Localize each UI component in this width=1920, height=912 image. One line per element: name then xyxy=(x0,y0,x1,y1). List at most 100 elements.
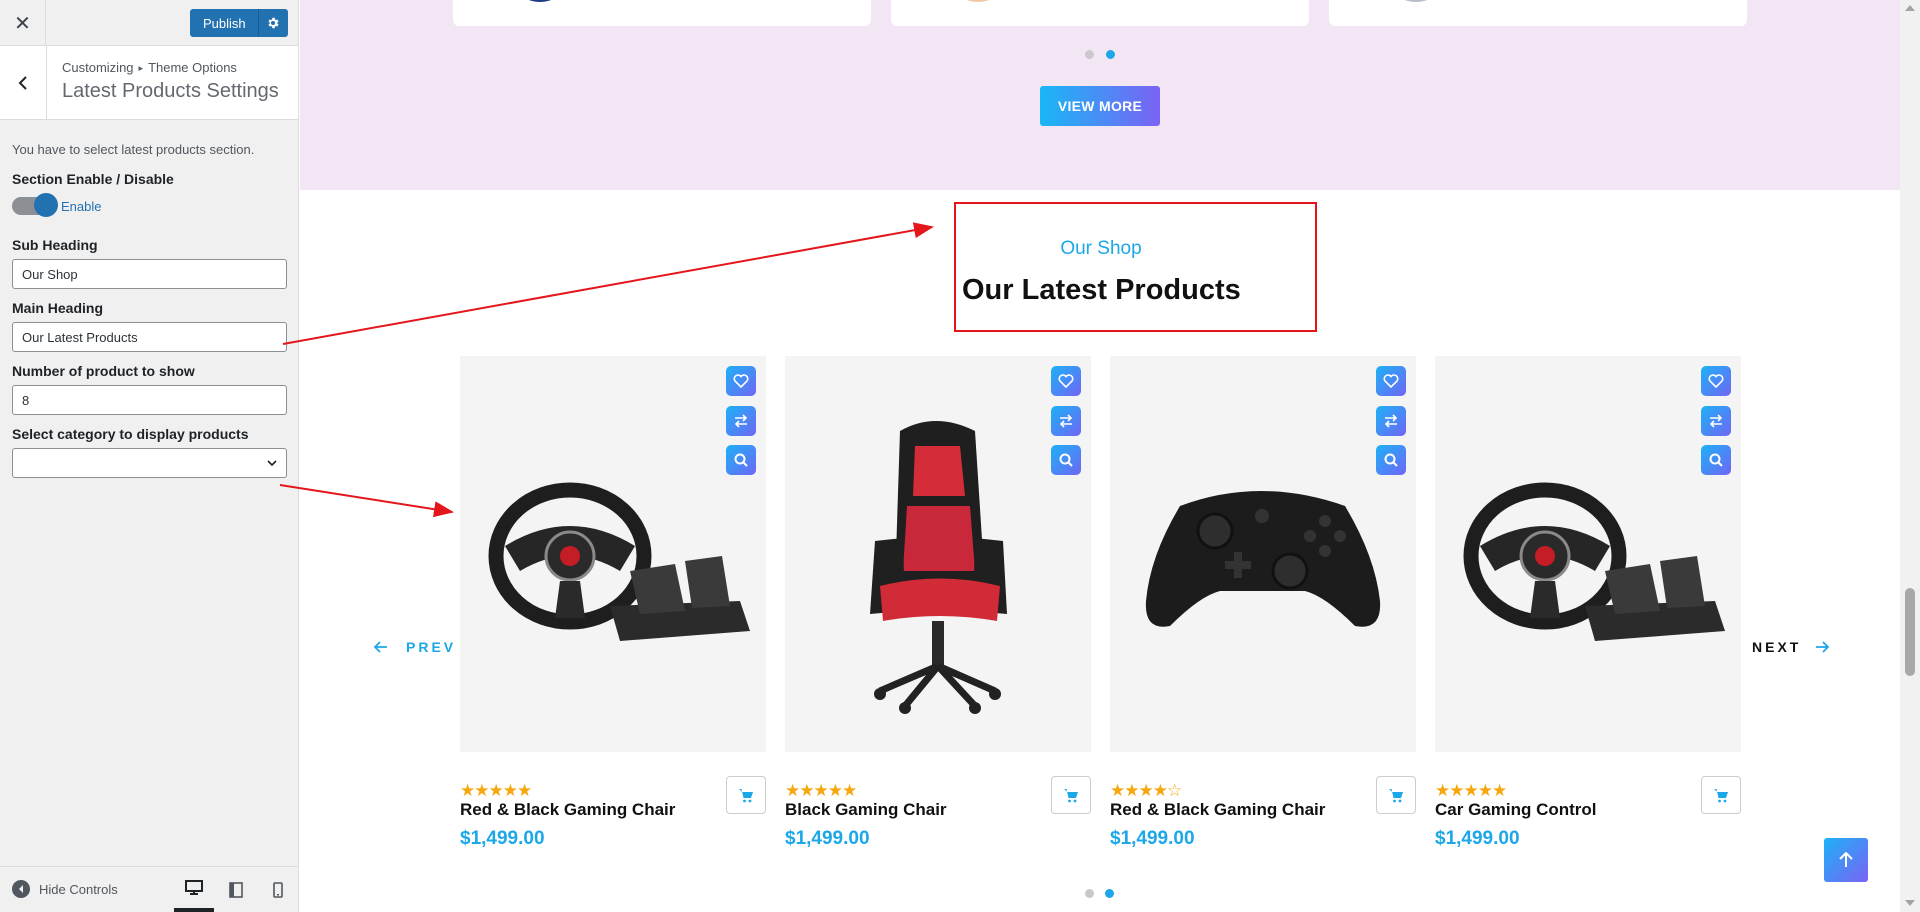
scroll-thumb[interactable] xyxy=(1905,588,1915,676)
toggle-state-label: Enable xyxy=(61,198,102,214)
compare-button[interactable] xyxy=(1701,406,1731,436)
publish-settings-button[interactable] xyxy=(257,9,288,37)
quick-view-button[interactable] xyxy=(1701,445,1731,475)
desktop-icon xyxy=(185,879,203,895)
close-icon: ✕ xyxy=(14,12,31,35)
hide-controls-button[interactable]: Hide Controls xyxy=(12,880,118,898)
product-title[interactable]: Car Gaming Control xyxy=(1435,800,1597,820)
product-image[interactable] xyxy=(460,356,766,752)
scroll-down-arrow[interactable] xyxy=(1905,900,1915,906)
tablet-preview-button[interactable] xyxy=(216,867,256,912)
product-count-label: Number of product to show xyxy=(12,363,195,379)
section-toggle-row: Enable xyxy=(12,193,286,217)
rating-stars: ★★★★★ xyxy=(1435,781,1507,800)
toggle-label: Section Enable / Disable xyxy=(12,171,174,187)
panel-description: You have to select latest products secti… xyxy=(12,142,255,157)
product-card[interactable]: ★★★★★ Car Gaming Control $1,499.00 xyxy=(1435,356,1741,849)
cart-icon xyxy=(1389,788,1403,802)
product-card[interactable]: ★★★★★ Red & Black Gaming Chair $1,499.00 xyxy=(460,356,766,849)
arrow-left-icon xyxy=(374,641,387,653)
add-to-cart-button[interactable] xyxy=(726,776,766,814)
product-image[interactable] xyxy=(785,356,1091,752)
add-to-cart-button[interactable] xyxy=(1376,776,1416,814)
section-toggle[interactable] xyxy=(12,193,58,217)
back-button[interactable] xyxy=(0,46,47,119)
mobile-icon xyxy=(273,881,283,898)
collapse-icon xyxy=(12,880,30,898)
product-price: $1,499.00 xyxy=(1435,828,1520,849)
close-customizer-button[interactable]: ✕ xyxy=(0,0,46,46)
compare-button[interactable] xyxy=(726,406,756,436)
wishlist-button[interactable] xyxy=(1376,366,1406,396)
product-card[interactable]: ★★★★☆ Red & Black Gaming Chair $1,499.00 xyxy=(1110,356,1416,849)
testimonial-card xyxy=(1329,0,1747,26)
carousel-next-button[interactable]: NEXT xyxy=(1752,639,1830,655)
carousel-dot-1[interactable] xyxy=(1085,889,1094,898)
testimonial-dot-2[interactable] xyxy=(1106,50,1115,59)
preview-scrollbar[interactable] xyxy=(1900,0,1920,912)
compare-button[interactable] xyxy=(1051,406,1081,436)
rating-stars: ★★★★☆ xyxy=(1110,781,1182,800)
search-icon xyxy=(734,453,748,467)
wishlist-button[interactable] xyxy=(726,366,756,396)
testimonials-section: VIEW MORE xyxy=(300,0,1900,190)
search-icon xyxy=(1384,453,1398,467)
compare-arrows-icon xyxy=(1384,414,1398,428)
cart-icon xyxy=(1714,788,1728,802)
breadcrumb-root: Customizing xyxy=(62,60,134,75)
highlight-box xyxy=(954,202,1317,332)
wishlist-button[interactable] xyxy=(1701,366,1731,396)
category-select[interactable] xyxy=(12,448,287,478)
quick-view-button[interactable] xyxy=(1376,445,1406,475)
site-preview: VIEW MORE Our Shop Our Latest Products P… xyxy=(300,0,1900,912)
carousel-prev-button[interactable]: PREV xyxy=(374,639,456,655)
steering-wheel-image xyxy=(488,482,750,641)
sub-heading-input[interactable]: Our Shop xyxy=(12,259,287,289)
publish-button[interactable]: Publish xyxy=(190,9,258,37)
product-image[interactable] xyxy=(1110,356,1416,752)
customizer-header: ✕ Publish xyxy=(0,0,298,46)
quick-view-button[interactable] xyxy=(1051,445,1081,475)
rating-stars: ★★★★★ xyxy=(460,781,532,800)
testimonial-dot-1[interactable] xyxy=(1085,50,1094,59)
product-title[interactable]: Black Gaming Chair xyxy=(785,800,947,820)
product-title[interactable]: Red & Black Gaming Chair xyxy=(460,800,675,820)
cart-icon xyxy=(739,788,753,802)
desktop-preview-button[interactable] xyxy=(174,867,214,912)
mobile-preview-button[interactable] xyxy=(258,867,298,912)
product-card[interactable]: ★★★★★ Black Gaming Chair $1,499.00 xyxy=(785,356,1091,849)
main-heading-input[interactable]: Our Latest Products xyxy=(12,322,287,352)
carousel-dot-2[interactable] xyxy=(1105,889,1114,898)
wishlist-button[interactable] xyxy=(1051,366,1081,396)
product-count-input[interactable]: 8 xyxy=(12,385,287,415)
game-controller-image xyxy=(1145,491,1381,627)
compare-button[interactable] xyxy=(1376,406,1406,436)
heart-icon xyxy=(1058,374,1074,388)
section-main-heading: Our Latest Products xyxy=(962,274,1241,306)
section-sub-heading: Our Shop xyxy=(1060,238,1142,259)
add-to-cart-button[interactable] xyxy=(1701,776,1741,814)
avatar xyxy=(518,0,562,2)
compare-arrows-icon xyxy=(734,414,748,428)
customizer-footer: Hide Controls xyxy=(0,866,298,912)
steering-wheel-image xyxy=(1463,482,1725,641)
heart-icon xyxy=(733,374,749,388)
next-label: NEXT xyxy=(1752,639,1802,655)
hide-controls-label: Hide Controls xyxy=(39,881,118,897)
chevron-down-icon xyxy=(267,460,277,467)
quick-view-button[interactable] xyxy=(726,445,756,475)
toggle-knob xyxy=(34,193,58,217)
product-image[interactable] xyxy=(1435,356,1741,752)
prev-label: PREV xyxy=(406,639,457,655)
search-icon xyxy=(1709,453,1723,467)
product-price: $1,499.00 xyxy=(785,828,870,849)
add-to-cart-button[interactable] xyxy=(1051,776,1091,814)
gear-icon xyxy=(268,17,279,29)
view-more-button[interactable]: VIEW MORE xyxy=(1040,86,1160,126)
heart-icon xyxy=(1708,374,1724,388)
breadcrumb-separator: ▸ xyxy=(138,63,144,73)
product-title[interactable]: Red & Black Gaming Chair xyxy=(1110,800,1325,820)
scroll-up-arrow[interactable] xyxy=(1905,5,1915,11)
category-label: Select category to display products xyxy=(12,426,249,442)
scroll-to-top-button[interactable] xyxy=(1824,838,1868,882)
